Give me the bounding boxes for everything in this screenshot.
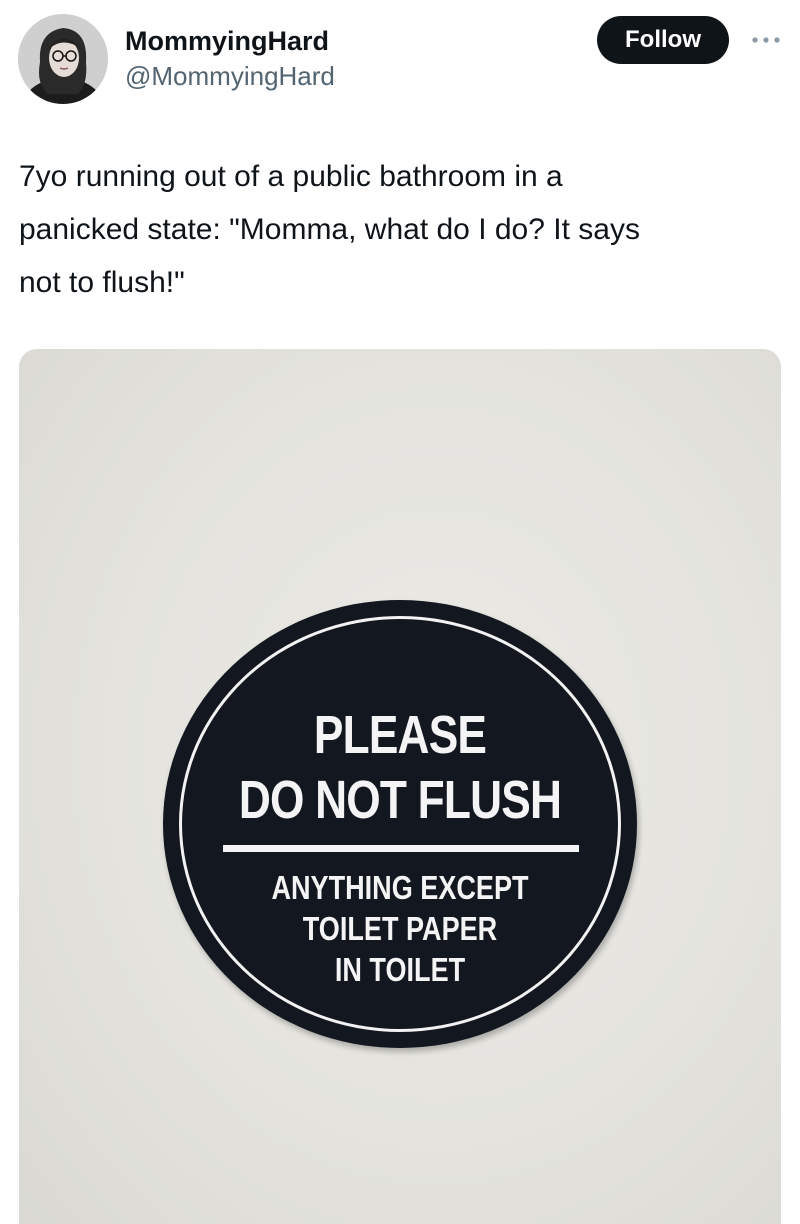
sign-sub-line-1: ANYTHING EXCEPT <box>271 869 529 906</box>
sign-line-please: PLEASE <box>313 705 487 765</box>
sign-sub-line-2: TOILET PAPER <box>302 910 498 947</box>
sign-divider <box>223 845 579 852</box>
tweet-header: MommyingHard @MommyingHard Follow <box>18 12 788 108</box>
sign-sub-line-3: IN TOILET <box>334 951 466 988</box>
author-names: MommyingHard @MommyingHard <box>125 24 335 92</box>
tweet-text: 7yo running out of a public bathroom in … <box>19 160 640 299</box>
sign-line-do-not-flush: DO NOT FLUSH <box>238 770 562 830</box>
more-horizontal-icon[interactable] <box>750 30 782 50</box>
do-not-flush-sign: PLEASE DO NOT FLUSH ANYTHING EXCEPT TOIL… <box>163 600 637 1048</box>
tweet-card: MommyingHard @MommyingHard Follow 7yo ru… <box>0 0 800 1224</box>
avatar[interactable] <box>18 14 108 104</box>
display-name[interactable]: MommyingHard <box>125 24 335 58</box>
tweet-media-image[interactable]: PLEASE DO NOT FLUSH ANYTHING EXCEPT TOIL… <box>19 349 781 1224</box>
user-handle[interactable]: @MommyingHard <box>125 60 335 92</box>
user-avatar-photo <box>18 14 108 104</box>
follow-button[interactable]: Follow <box>597 16 729 64</box>
